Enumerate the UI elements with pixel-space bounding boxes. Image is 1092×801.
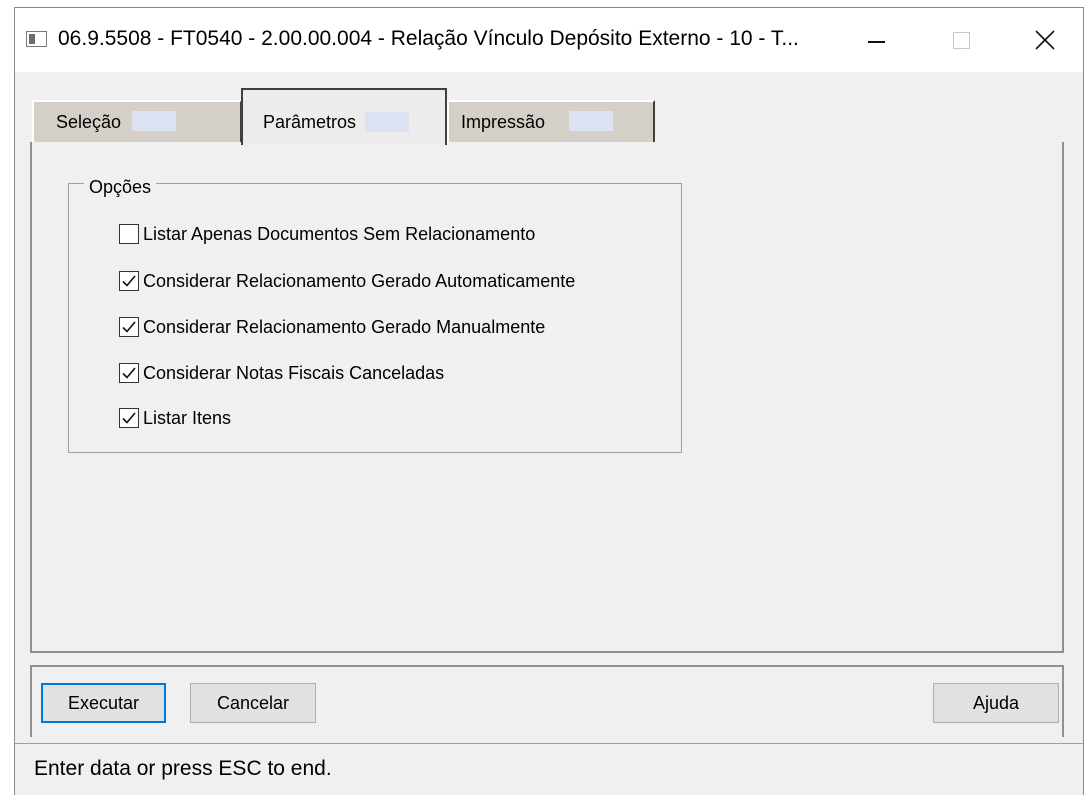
executar-button[interactable]: Executar [41, 683, 166, 723]
close-button[interactable] [1012, 8, 1078, 72]
option-label: Listar Itens [143, 407, 232, 428]
ajuda-button[interactable]: Ajuda [933, 683, 1059, 723]
status-bar: Enter data or press ESC to end. [15, 743, 1083, 795]
minimize-button[interactable] [843, 8, 909, 72]
checkbox[interactable] [119, 408, 139, 428]
option-label: Considerar Relacionamento Gerado Automat… [143, 270, 576, 291]
tab-label: Impressão [461, 112, 546, 132]
option-listar-apenas-documentos[interactable]: Listar Apenas Documentos Sem Relacioname… [119, 222, 535, 246]
tab-parametros[interactable]: Parâmetros [241, 88, 447, 145]
checkmark-icon [122, 275, 136, 287]
options-group-legend: Opções [84, 177, 157, 198]
maximize-icon [952, 31, 970, 49]
maximize-button[interactable] [928, 8, 994, 72]
minimize-icon [867, 41, 885, 43]
close-icon [1035, 30, 1055, 50]
button-bar-frame [30, 665, 1064, 737]
tab-label-highlight [365, 112, 409, 132]
dialog-window: 06.9.5508 - FT0540 - 2.00.00.004 - Relaç… [14, 7, 1084, 795]
checkbox[interactable] [119, 224, 139, 244]
option-label: Considerar Notas Fiscais Canceladas [143, 362, 445, 383]
tab-selecao[interactable]: Seleção [32, 100, 242, 142]
cancelar-button[interactable]: Cancelar [190, 683, 316, 723]
checkmark-icon [122, 412, 136, 424]
option-label: Listar Apenas Documentos Sem Relacioname… [143, 223, 536, 244]
option-considerar-manual[interactable]: Considerar Relacionamento Gerado Manualm… [119, 315, 545, 339]
option-considerar-automatico[interactable]: Considerar Relacionamento Gerado Automat… [119, 269, 575, 293]
checkbox[interactable] [119, 363, 139, 383]
title-bar: 06.9.5508 - FT0540 - 2.00.00.004 - Relaç… [15, 8, 1083, 72]
option-considerar-canceladas[interactable]: Considerar Notas Fiscais Canceladas [119, 361, 444, 385]
status-text: Enter data or press ESC to end. [34, 757, 332, 780]
option-listar-itens[interactable]: Listar Itens [119, 406, 231, 430]
tab-impressao[interactable]: Impressão [447, 100, 655, 142]
tab-label-highlight [569, 111, 613, 131]
tab-label: Seleção [56, 112, 122, 132]
tab-label-highlight [132, 111, 176, 131]
checkbox[interactable] [119, 317, 139, 337]
window-title: 06.9.5508 - FT0540 - 2.00.00.004 - Relaç… [58, 27, 799, 50]
checkmark-icon [122, 321, 136, 333]
tab-label: Parâmetros [263, 112, 357, 132]
option-label: Considerar Relacionamento Gerado Manualm… [143, 316, 546, 337]
checkmark-icon [122, 367, 136, 379]
app-window-icon[interactable] [26, 31, 47, 47]
checkbox[interactable] [119, 271, 139, 291]
